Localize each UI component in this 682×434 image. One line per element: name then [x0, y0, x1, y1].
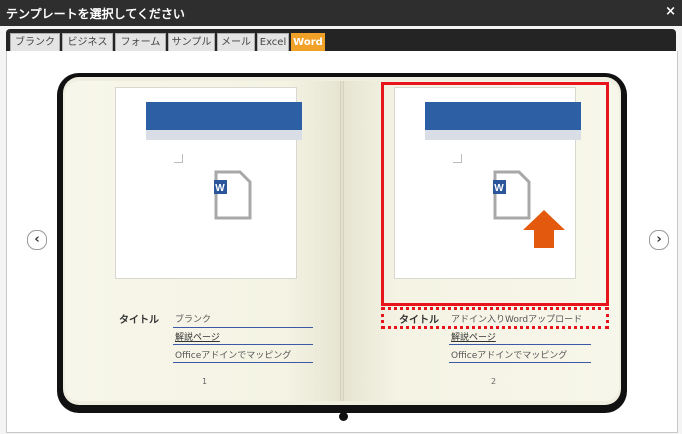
template-description: Officeアドインでマッピング [175, 351, 292, 361]
tab-word[interactable]: Word [291, 33, 325, 52]
tab-form[interactable]: フォーム [115, 33, 166, 52]
row-divider [173, 327, 313, 328]
highlight-title-box [381, 307, 609, 329]
tab-business[interactable]: ビジネス [62, 33, 113, 52]
close-icon[interactable]: × [665, 4, 676, 19]
template-description: Officeアドインでマッピング [451, 351, 568, 361]
title-label: タイトル [119, 315, 159, 326]
explanation-link[interactable]: 解説ページ [451, 330, 496, 343]
row-divider [173, 344, 313, 345]
highlight-thumbnail-box [381, 82, 609, 306]
word-icon-letter: W [215, 183, 225, 194]
dialog-titlebar: テンプレートを選択してください × [0, 0, 682, 26]
tab-blank[interactable]: ブランク [10, 33, 60, 52]
tab-sample[interactable]: サンプル [168, 33, 215, 52]
page-number: 2 [491, 377, 497, 386]
book-spine [340, 81, 344, 401]
explanation-link[interactable]: 解説ページ [175, 330, 220, 343]
template-stage: W W タイトル ブランク 解説ページ Officeアドインでマッピング 1 タ… [6, 51, 678, 433]
word-document-icon: W [214, 170, 252, 220]
next-page-button[interactable]: › [649, 230, 669, 250]
page-number: 1 [202, 377, 208, 386]
previous-page-button[interactable]: ‹ [27, 230, 47, 250]
header-band [146, 102, 302, 130]
dialog-title: テンプレートを選択してください [6, 7, 185, 21]
page-corner-mark [174, 154, 183, 163]
row-divider [449, 362, 591, 363]
title-value: ブランク [175, 315, 212, 325]
row-divider [173, 362, 313, 363]
template-select-dialog: テンプレートを選択してください × ブランク ビジネス フォーム サンプル メー… [0, 0, 682, 434]
tab-mail[interactable]: メール [217, 33, 255, 52]
tab-excel[interactable]: Excel [257, 33, 289, 52]
template-tab-strip: ブランク ビジネス フォーム サンプル メール Excel Word [6, 29, 676, 52]
row-divider [449, 344, 591, 345]
pagination-dot[interactable] [339, 412, 348, 421]
header-subband [146, 130, 302, 140]
template-thumbnail-blank[interactable]: W [115, 87, 302, 279]
